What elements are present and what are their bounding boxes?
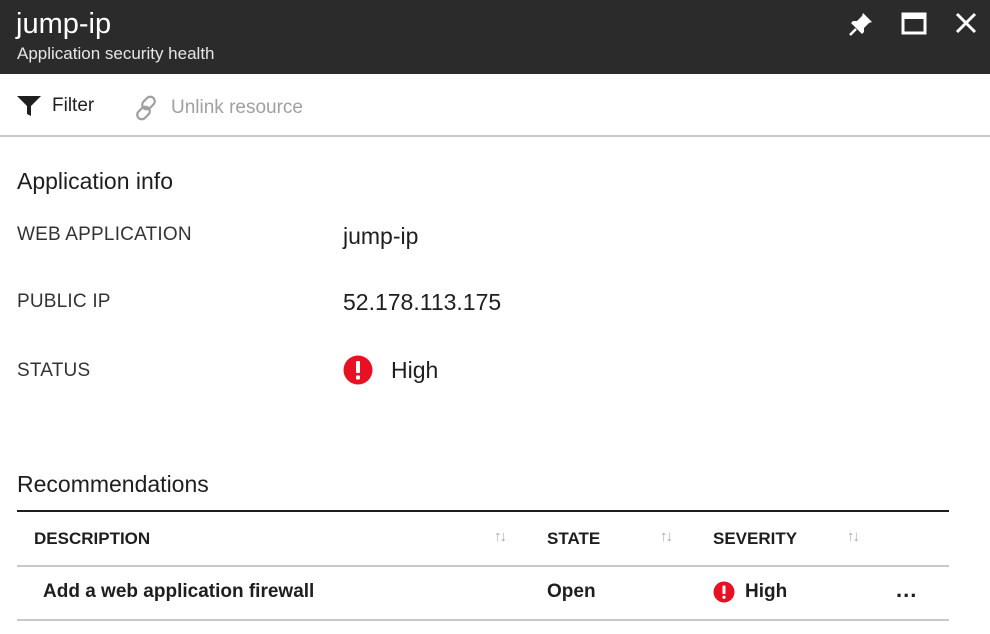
web-application-value: jump-ip bbox=[343, 223, 419, 249]
sort-icon[interactable]: ↑↓ bbox=[660, 528, 673, 545]
blade-header: jump-ip Application security health bbox=[0, 0, 990, 74]
filter-button[interactable]: Filter bbox=[16, 94, 94, 118]
table-row[interactable]: Add a web application firewall Open High… bbox=[17, 567, 949, 621]
row-severity: High bbox=[713, 581, 787, 603]
more-options-button[interactable]: ... bbox=[896, 577, 917, 603]
recommendations-heading: Recommendations bbox=[17, 471, 209, 497]
column-header-severity[interactable]: SEVERITY bbox=[713, 529, 797, 549]
unlink-resource-button[interactable]: Unlink resource bbox=[133, 94, 303, 122]
close-icon[interactable] bbox=[952, 10, 980, 38]
link-icon bbox=[136, 95, 156, 121]
column-header-description[interactable]: DESCRIPTION bbox=[34, 529, 150, 549]
public-ip-value: 52.178.113.175 bbox=[343, 289, 502, 315]
sort-icon[interactable]: ↑↓ bbox=[847, 528, 860, 545]
application-info-heading: Application info bbox=[17, 168, 173, 194]
public-ip-label: PUBLIC IP bbox=[17, 291, 111, 312]
table-header: DESCRIPTION ↑↓ STATE ↑↓ SEVERITY ↑↓ bbox=[17, 512, 949, 567]
maximize-icon[interactable] bbox=[900, 10, 928, 38]
status-value: High bbox=[343, 355, 438, 385]
status-label: STATUS bbox=[17, 360, 91, 381]
unlink-label: Unlink resource bbox=[171, 97, 303, 118]
column-header-state[interactable]: STATE bbox=[547, 529, 600, 549]
blade-title: jump-ip bbox=[16, 8, 112, 40]
blade-subtitle: Application security health bbox=[17, 44, 215, 63]
alert-icon bbox=[713, 581, 735, 603]
command-bar: Filter Unlink resource bbox=[0, 74, 990, 137]
row-description: Add a web application firewall bbox=[43, 581, 315, 602]
alert-icon bbox=[343, 355, 373, 385]
web-application-label: WEB APPLICATION bbox=[17, 224, 192, 245]
row-severity-text: High bbox=[745, 581, 788, 602]
row-state: Open bbox=[547, 581, 596, 602]
recommendations-table: DESCRIPTION ↑↓ STATE ↑↓ SEVERITY ↑↓ Add … bbox=[17, 510, 949, 621]
pin-icon[interactable] bbox=[847, 10, 875, 38]
sort-icon[interactable]: ↑↓ bbox=[494, 528, 507, 545]
status-text: High bbox=[391, 356, 439, 383]
filter-icon bbox=[17, 96, 41, 116]
filter-label: Filter bbox=[52, 95, 95, 116]
